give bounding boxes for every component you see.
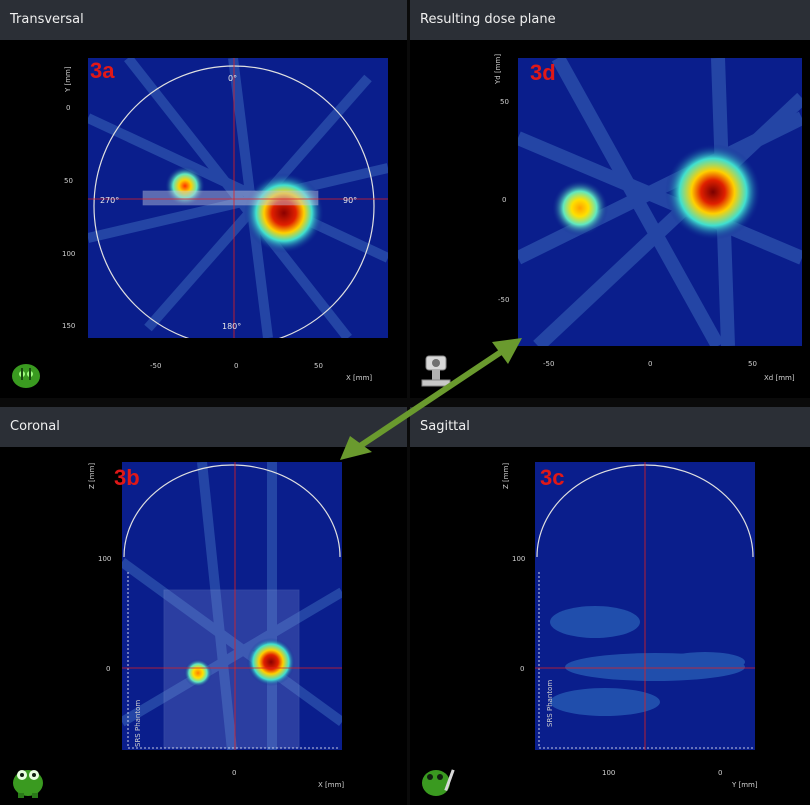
phantom-label: SRS Phantom	[546, 679, 554, 727]
phantom-label: SRS Phantom	[134, 699, 142, 747]
y-tick: 50	[500, 98, 509, 106]
y-tick: 0	[106, 665, 111, 673]
angle-label-top: 0°	[228, 74, 238, 83]
coronal-plot[interactable]	[122, 462, 342, 750]
dose-plane-plot[interactable]	[518, 58, 802, 346]
linac-machine-icon[interactable]	[418, 352, 454, 392]
y-tick: 100	[512, 555, 526, 563]
panel-sagittal: Sagittal 3c SRS Phantom Z [mm] 100 0 100…	[410, 407, 810, 805]
x-tick: 0	[648, 360, 653, 368]
x-axis-label: X [mm]	[318, 781, 345, 789]
x-tick: 50	[748, 360, 757, 368]
x-tick: 100	[602, 769, 616, 777]
y-tick: 50	[64, 177, 73, 185]
x-tick: 0	[232, 769, 237, 777]
sagittal-dose-map	[535, 462, 755, 750]
green-mascot-icon[interactable]	[8, 358, 44, 390]
y-tick: 0	[502, 196, 507, 204]
angle-label-left: 270°	[100, 196, 120, 205]
y-tick: -50	[498, 296, 510, 304]
panel-coronal: Coronal 3b SRS Phantom Z [mm] 100 0 0 X …	[0, 407, 407, 805]
x-tick: -50	[150, 362, 162, 370]
coronal-dose-map	[122, 462, 342, 750]
badge-3d: 3d	[530, 60, 556, 85]
x-axis-label: X [mm]	[346, 374, 373, 382]
badge-3a: 3a	[90, 58, 115, 83]
x-tick: 0	[718, 769, 723, 777]
panel-transversal: Transversal 3a 0° 90° 180° 270° Y [mm] 0…	[0, 0, 407, 398]
x-axis-label: Xd [mm]	[764, 374, 795, 382]
green-mascot-icon[interactable]	[418, 763, 458, 799]
y-tick: 100	[98, 555, 112, 563]
sagittal-plot[interactable]	[535, 462, 755, 750]
y-tick: 0	[520, 665, 525, 673]
badge-3b: 3b	[114, 465, 140, 490]
y-axis-label: Yd [mm]	[494, 53, 502, 84]
x-tick: -50	[543, 360, 555, 368]
x-tick: 0	[234, 362, 239, 370]
badge-3c: 3c	[540, 465, 565, 490]
panel-title-coronal: Coronal	[0, 407, 407, 447]
panel-dose-plane: Resulting dose plane 3d Yd [mm] 50 0 -50…	[410, 0, 810, 398]
green-mascot-icon[interactable]	[8, 763, 48, 799]
y-axis-label: Z [mm]	[502, 462, 510, 489]
panel-title-dose-plane: Resulting dose plane	[410, 0, 810, 40]
dose-plane-map	[518, 58, 802, 346]
panel-title-transversal: Transversal	[0, 0, 407, 40]
angle-label-bottom: 180°	[222, 322, 242, 331]
y-axis-label: Z [mm]	[88, 462, 96, 489]
angle-label-right: 90°	[343, 196, 358, 205]
y-tick: 100	[62, 250, 76, 258]
y-axis-label: Y [mm]	[64, 66, 72, 92]
x-axis-label: Y [mm]	[732, 781, 758, 789]
panel-title-sagittal: Sagittal	[410, 407, 810, 447]
x-tick: 50	[314, 362, 323, 370]
y-tick: 150	[62, 322, 76, 330]
y-tick: 0	[66, 104, 71, 112]
